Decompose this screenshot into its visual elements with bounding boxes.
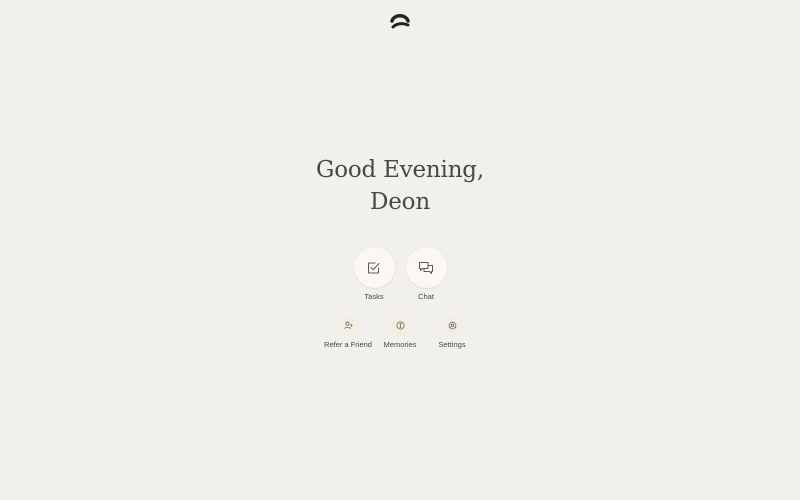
gear-icon	[448, 321, 456, 330]
chat-button-circle[interactable]	[405, 247, 447, 288]
brand-logo-icon	[390, 14, 410, 29]
memories-button[interactable]: Memories	[376, 315, 424, 349]
greeting-user-name: Deon	[370, 189, 430, 215]
main-actions: Tasks Chat	[0, 247, 800, 301]
greeting: Good Evening, Deon	[0, 154, 800, 218]
refer-a-friend-circle[interactable]	[337, 315, 359, 336]
checkbox-icon	[368, 262, 380, 273]
refer-a-friend-button[interactable]: Refer a Friend	[324, 315, 372, 349]
memory-icon	[396, 321, 404, 330]
settings-circle[interactable]	[441, 315, 463, 336]
settings-button[interactable]: Settings	[428, 315, 476, 349]
secondary-actions: Refer a Friend Memories Settings	[0, 315, 800, 349]
chat-bubbles-icon	[419, 261, 433, 274]
tasks-button-circle[interactable]	[353, 247, 395, 288]
memories-label: Memories	[383, 340, 417, 349]
tasks-label: Tasks	[364, 292, 384, 301]
chat-label: Chat	[418, 292, 434, 301]
memories-circle[interactable]	[389, 315, 411, 336]
greeting-salutation: Good Evening,	[316, 157, 484, 183]
tasks-button[interactable]: Tasks	[353, 247, 395, 301]
settings-label: Settings	[438, 340, 466, 349]
chat-button[interactable]: Chat	[405, 247, 447, 301]
add-user-icon	[343, 321, 353, 330]
refer-a-friend-label: Refer a Friend	[324, 340, 372, 349]
